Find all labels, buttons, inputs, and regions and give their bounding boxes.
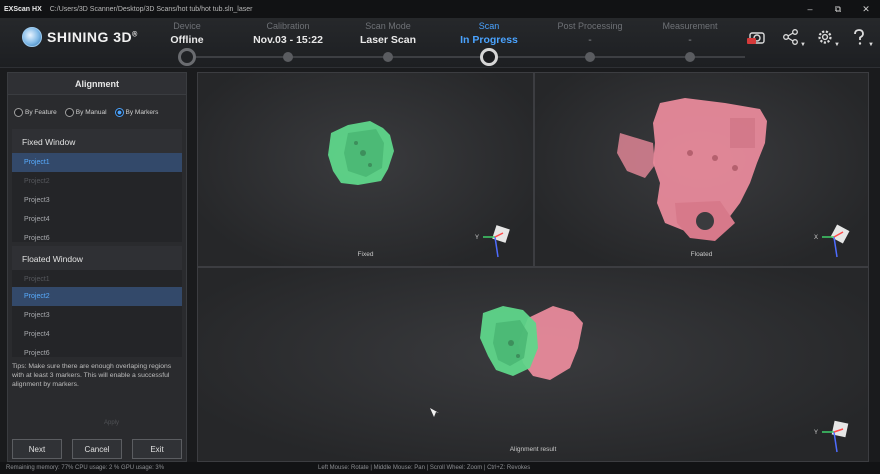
minimize-button[interactable]: – <box>796 0 824 18</box>
step-scan[interactable]: Scan In Progress <box>434 21 544 46</box>
radio-by-manual-circle[interactable] <box>64 108 74 117</box>
apply-ghost-text: Apply <box>104 420 120 426</box>
camera-rec-icon[interactable] <box>746 26 768 48</box>
share-icon[interactable]: ▼ <box>780 26 806 48</box>
fixed-list-item[interactable]: Project6 <box>12 229 182 242</box>
radio-by-manual[interactable]: By Manual <box>64 108 107 117</box>
floated-window-title: Floated Window <box>12 246 182 270</box>
logo-text: SHINING 3D <box>47 29 133 45</box>
logo-sphere-icon <box>22 27 42 47</box>
radio-by-feature-circle[interactable] <box>14 108 23 117</box>
status-mouse-hints: Left Mouse: Rotate | Middle Mouse: Pan |… <box>318 465 531 471</box>
step-measurement-value: - <box>688 34 692 46</box>
floated-list-item[interactable]: Project6 <box>12 344 182 357</box>
step-post-processing-node[interactable] <box>585 52 595 62</box>
help-icon[interactable]: ▼ <box>848 26 874 48</box>
floated-list-item[interactable]: Project2 <box>12 287 182 306</box>
step-measurement-key: Measurement <box>662 21 718 31</box>
step-calibration[interactable]: Calibration Nov.03 - 15:22 <box>233 21 343 46</box>
step-post-processing-value: - <box>588 34 592 46</box>
exit-button[interactable]: Exit <box>132 439 182 459</box>
radio-by-feature[interactable]: By Feature <box>14 108 57 117</box>
floated-list-item[interactable]: Project3 <box>12 306 182 325</box>
workflow-track <box>187 56 745 58</box>
fixed-list-item[interactable]: Project1 <box>12 153 182 172</box>
radio-by-feature-label: By Feature <box>25 109 57 116</box>
radio-by-markers[interactable]: By Markers <box>114 108 159 117</box>
step-measurement-node[interactable] <box>685 52 695 62</box>
floated-window-group: Floated Window Project1 Project2 Project… <box>12 246 182 357</box>
fixed-list-item[interactable]: Project3 <box>12 191 182 210</box>
result-scan-mesh <box>430 306 583 417</box>
axis-y-label: Y <box>814 430 818 436</box>
settings-caret-icon: ▼ <box>834 42 840 48</box>
header-bar: SHINING 3D® Device Offline Calibration N… <box>0 18 880 68</box>
axis-gizmo-icon: Y <box>814 420 849 453</box>
fixed-list-item[interactable]: Project4 <box>12 210 182 229</box>
status-memory: Remaining memory: 77% CPU usage: 2 % GPU… <box>6 465 165 471</box>
step-scan-value: In Progress <box>460 34 518 46</box>
shining3d-logo: SHINING 3D® <box>22 27 138 47</box>
maximize-button[interactable]: ⧉ <box>824 0 852 18</box>
panel-buttons: Next Cancel Exit <box>12 439 182 459</box>
step-scan-key: Scan <box>478 21 500 31</box>
fixed-window-group: Fixed Window Project1 Project2 Project3 … <box>12 129 182 242</box>
alignment-tips: Tips: Make sure there are enough overlap… <box>12 363 172 388</box>
step-scan-node[interactable] <box>480 48 498 66</box>
fixed-window-title: Fixed Window <box>12 129 182 153</box>
step-calibration-node[interactable] <box>283 52 293 62</box>
cancel-button[interactable]: Cancel <box>72 439 122 459</box>
workflow-steps: Device Offline Calibration Nov.03 - 15:2… <box>135 18 745 68</box>
axis-gizmo-icon: X <box>814 224 850 258</box>
status-bar: Remaining memory: 77% CPU usage: 2 % GPU… <box>0 462 880 474</box>
step-device-key: Device <box>173 21 201 31</box>
window-controls: – ⧉ ✕ <box>796 0 880 18</box>
gear-icon[interactable]: ▼ <box>814 26 840 48</box>
close-button[interactable]: ✕ <box>852 0 880 18</box>
result-viewport[interactable]: Alignment result Y <box>197 267 869 462</box>
axis-x-label: X <box>814 235 818 241</box>
header-tools: ▼ ▼ ▼ <box>746 26 874 48</box>
help-caret-icon: ▼ <box>868 42 874 48</box>
fixed-viewport[interactable]: Fixed Y <box>197 72 534 267</box>
result-viewport-label: Alignment result <box>509 446 557 453</box>
step-post-processing[interactable]: Post Processing - <box>535 21 645 46</box>
step-scan-mode[interactable]: Scan Mode Laser Scan <box>333 21 443 46</box>
step-calibration-value: Nov.03 - 15:22 <box>253 34 323 46</box>
app-name: EXScan HX <box>4 5 42 13</box>
alignment-mode-radios: By Feature By Manual By Markers <box>14 108 158 117</box>
radio-by-markers-circle[interactable] <box>114 108 124 117</box>
step-scan-mode-node[interactable] <box>383 52 393 62</box>
radio-by-markers-label: By Markers <box>125 109 159 116</box>
panel-title: Alignment <box>8 73 186 95</box>
step-calibration-key: Calibration <box>266 21 310 31</box>
share-caret-icon: ▼ <box>800 42 806 48</box>
step-post-processing-key: Post Processing <box>557 21 623 31</box>
fixed-list-item[interactable]: Project2 <box>12 172 182 191</box>
step-device-node[interactable] <box>178 48 196 66</box>
floated-list-item[interactable]: Project4 <box>12 325 182 344</box>
step-scan-mode-value: Laser Scan <box>359 34 417 46</box>
axis-y-label: Y <box>475 235 479 241</box>
floated-viewport[interactable]: Floated X <box>534 72 869 267</box>
step-scan-mode-key: Scan Mode <box>365 21 411 31</box>
file-path: C:/Users/3D Scanner/Desktop/3D Scans/hot… <box>49 5 253 13</box>
step-device[interactable]: Device Offline <box>132 21 242 46</box>
axis-gizmo-icon: Y <box>475 225 510 258</box>
alignment-panel: Alignment By Feature By Manual By Marker… <box>7 72 187 462</box>
step-measurement[interactable]: Measurement - <box>635 21 745 46</box>
floated-list-item[interactable]: Project1 <box>12 270 182 287</box>
radio-by-manual-label: By Manual <box>75 109 107 116</box>
next-button[interactable]: Next <box>12 439 62 459</box>
step-device-value: Offline <box>170 34 204 46</box>
title-bar: EXScan HX C:/Users/3D Scanner/Desktop/3D… <box>0 0 880 18</box>
